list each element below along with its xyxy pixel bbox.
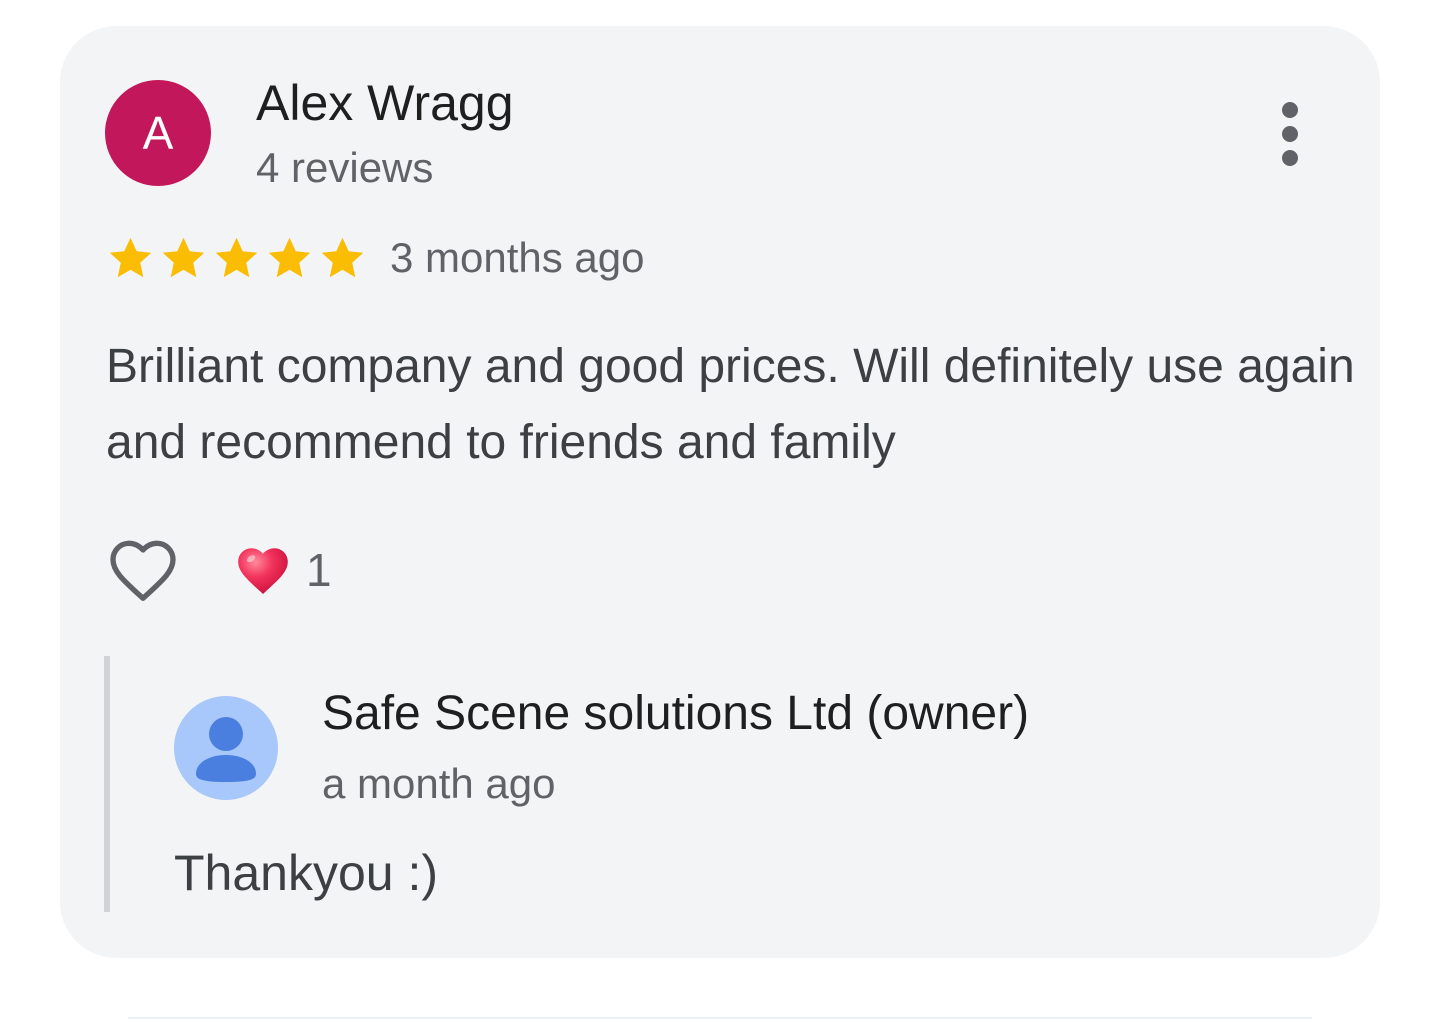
more-vert-icon-dot-2 <box>1282 126 1298 142</box>
heart-outline-icon <box>110 540 176 601</box>
owner-name: Safe Scene solutions Ltd (owner) <box>322 687 1030 740</box>
more-vert-icon-dot-1 <box>1282 102 1298 118</box>
like-button[interactable] <box>102 530 184 610</box>
reaction-count: 1 <box>306 544 332 596</box>
star-icon <box>162 237 205 278</box>
star-rating <box>104 232 369 285</box>
more-options-button[interactable] <box>1260 96 1320 172</box>
reviewer-name[interactable]: Alex Wragg <box>256 74 514 132</box>
star-icon <box>321 237 364 278</box>
more-vert-icon-dot-3 <box>1282 150 1298 166</box>
avatar-letter: A <box>142 107 174 159</box>
review-time: 3 months ago <box>390 234 645 281</box>
star-icon <box>109 237 152 278</box>
review-text: Brilliant company and good prices. Will … <box>106 340 1355 469</box>
red-heart-emoji-icon <box>238 548 288 595</box>
star-icon <box>268 237 311 278</box>
reaction-summary[interactable]: 1 <box>232 534 332 606</box>
star-icon <box>215 237 258 278</box>
owner-response-time: a month ago <box>322 760 556 807</box>
review-card: A Alex Wragg 4 reviews 3 months ago Bril… <box>60 26 1380 958</box>
default-person-icon <box>174 696 278 800</box>
reviewer-avatar[interactable]: A <box>105 80 211 186</box>
reviewer-review-count: 4 reviews <box>256 144 434 191</box>
divider <box>128 1017 1312 1019</box>
owner-response: Safe Scene solutions Ltd (owner) a month… <box>104 656 1340 912</box>
owner-response-text: Thankyou :) <box>174 845 439 901</box>
